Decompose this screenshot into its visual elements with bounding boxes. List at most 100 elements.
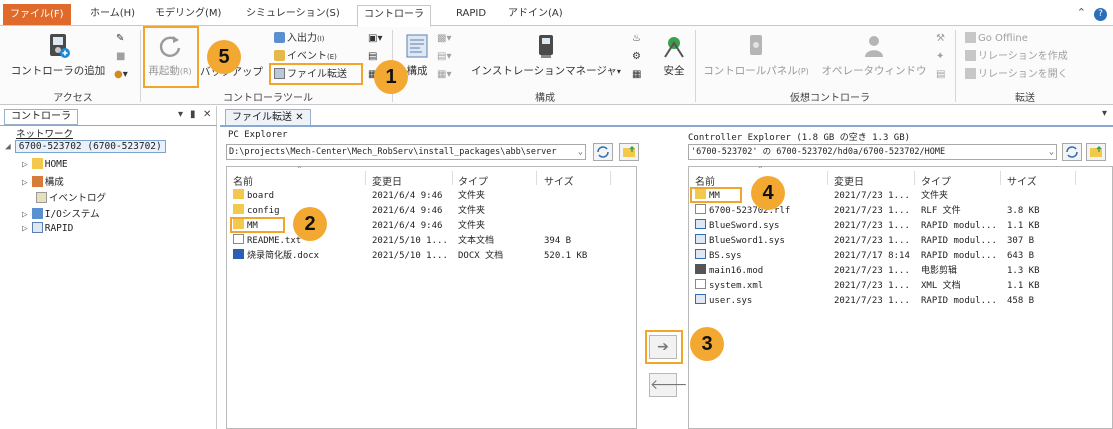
operator-window-button[interactable]: オペレータウィンドウ [816, 32, 932, 78]
chevron-up-icon[interactable]: ⌃ [1077, 6, 1086, 19]
ctrl-file-row[interactable]: BlueSword.sys 2021/7/23 1... RAPID modul..… [689, 219, 1112, 234]
tree-network[interactable]: ネットワーク [16, 126, 73, 140]
pc-col-name[interactable]: 名前 [233, 173, 253, 188]
ctrl-cell-name: BS.sys [695, 249, 827, 264]
pc-cell-date: 2021/6/4 9:46 [372, 191, 443, 201]
network-icon[interactable]: ♨ [632, 32, 641, 46]
doc-dropdown-icon[interactable]: ▾ [1102, 108, 1107, 119]
tab-modeling[interactable]: モデリング(M) [149, 5, 227, 26]
io-button[interactable]: 入出力(I) [274, 32, 325, 46]
ctrl-refresh-button[interactable] [1062, 143, 1082, 161]
safety-button[interactable]: 安全 [656, 32, 692, 78]
monitor-icon[interactable]: ▤ [368, 50, 377, 64]
pc-file-row[interactable]: MM 2021/6/4 9:46 文件夹 [227, 219, 636, 234]
pc-file-row[interactable]: config 2021/6/4 9:46 文件夹 [227, 204, 636, 219]
tab-file[interactable]: ファイル(F) [3, 4, 71, 25]
callout-5: 5 [207, 40, 241, 74]
go-offline-icon [965, 32, 976, 43]
io-icon [274, 32, 285, 43]
ctrl-file-row[interactable]: BlueSword1.sys 2021/7/23 1... RAPID modul.… [689, 234, 1112, 249]
pencil-icon[interactable]: ✎ [116, 32, 124, 46]
highlight-arrow [645, 330, 683, 364]
lock-icon: ■ [116, 51, 126, 62]
pc-cell-type: 文件夹 [458, 221, 486, 231]
pc-col-size[interactable]: サイズ [544, 173, 574, 188]
folder-up-icon [1090, 146, 1102, 157]
ctrl-file-row[interactable]: main16.mod 2021/7/23 1... 电影剪辑 1.3 KB [689, 264, 1112, 279]
callout-1: 1 [374, 60, 408, 94]
ctrl-col-size[interactable]: サイズ [1007, 173, 1037, 188]
pc-refresh-button[interactable] [593, 143, 613, 161]
controller-path-field[interactable]: '6700-523702' の 6700-523702/hd0a/6700-52… [688, 144, 1057, 160]
ctrl-col-date[interactable]: 変更日 [834, 173, 864, 188]
file-transfer-tab[interactable]: ファイル転送 ✕ [225, 109, 311, 125]
tab-simulation[interactable]: シミュレーション(S) [240, 5, 346, 26]
ctrl-file-row[interactable]: BS.sys 2021/7/17 8:14 RAPID modul... 643 B [689, 249, 1112, 264]
pin-icon[interactable]: ▮ [190, 109, 196, 120]
close-icon[interactable]: ✕ [203, 109, 211, 120]
ctrl-col-type[interactable]: タイプ [921, 173, 951, 188]
tab-addin[interactable]: アドイン(A) [502, 5, 569, 26]
pc-cell-type: 文件夹 [458, 206, 486, 216]
pc-file-row[interactable]: README.txt 2021/5/10 1... 文本文档 394 B [227, 234, 636, 249]
ctrl-col-name[interactable]: 名前 [695, 173, 715, 188]
pc-col-date[interactable]: 変更日 [372, 173, 402, 188]
transfer-to-pc-button[interactable]: 🡐 [649, 373, 688, 397]
sort-icon: ⌃ [296, 165, 303, 174]
chevron-down-icon[interactable]: ⌄ [1049, 145, 1054, 159]
controller-file-list: ⌃ 名前 変更日 タイプ サイズ MM 2021/7/23 1... 文件夹 6700… [688, 165, 1113, 429]
io-tree-icon [31, 208, 43, 219]
open-relation-icon [965, 68, 976, 79]
tree-controller[interactable]: ◢ 6700-523702 (6700-523702) [5, 140, 166, 153]
event-button[interactable]: イベント(E) [274, 50, 337, 64]
control-panel-button[interactable]: コントロールパネル(P) [698, 32, 814, 78]
expand-icon[interactable]: ◢ [5, 141, 11, 152]
pc-cell-size: 394 B [544, 236, 572, 246]
create-relation-button[interactable]: リレーションを作成 [965, 50, 1068, 64]
ctrl-cell-date: 2021/7/23 1... [834, 191, 910, 201]
list-icon: ▤▾ [437, 51, 452, 62]
installation-manager-label: インストレーションマネージャ [471, 65, 617, 77]
pc-up-button[interactable] [619, 143, 639, 161]
tree-eventlog[interactable]: イベントログ [36, 190, 106, 204]
add-controller-button[interactable]: コントローラの追加 [6, 32, 110, 78]
group-access-label: アクセス [53, 93, 93, 104]
settings-icon[interactable]: ⚙ [632, 50, 641, 64]
rapid-module-icon [695, 294, 706, 304]
ctrl-file-row[interactable]: 6700-523702.rlf 2021/7/23 1... RLF 文件 3.8 K… [689, 204, 1112, 219]
pc-file-row[interactable]: 烧录简化版.docx 2021/5/10 1... DOCX 文档 520.1 KB [227, 249, 636, 264]
pc-file-row[interactable]: board 2021/6/4 9:46 文件夹 [227, 189, 636, 204]
chevron-down-icon[interactable]: ⌄ [578, 145, 583, 159]
tree-rapid[interactable]: ▷ RAPID [22, 222, 73, 234]
tab-controller[interactable]: コントローラ [357, 5, 431, 27]
ctrl-cell-type: 文件夹 [921, 191, 949, 201]
pc-col-type[interactable]: タイプ [458, 173, 488, 188]
pc-path-field[interactable]: D:\projects\Mech-Center\Mech_RobServ\ins… [226, 144, 586, 160]
tree-io[interactable]: ▷ I/Oシステム [22, 206, 100, 220]
window-menu-icon[interactable]: ▣▾ [368, 32, 382, 46]
ctrl-file-row[interactable]: system.xml 2021/7/23 1... XML 文档 1.1 KB [689, 279, 1112, 294]
help-icon[interactable]: ? [1094, 8, 1107, 21]
operator-icon [865, 36, 883, 57]
callout-4: 4 [751, 176, 785, 210]
ctrl-cell-date: 2021/7/17 8:14 [834, 251, 910, 261]
installation-manager-button[interactable]: インストレーションマネージャ▾ [462, 32, 630, 78]
open-relation-button[interactable]: リレーションを開く [965, 68, 1068, 82]
panel-dropdown-icon[interactable]: ▾ [178, 109, 183, 120]
folder-icon [31, 158, 43, 169]
ctrl-file-row[interactable]: user.sys 2021/7/23 1... RAPID modul... 458 … [689, 294, 1112, 309]
doc-icon: ▩▾ [437, 33, 452, 44]
ctrl-up-button[interactable] [1086, 143, 1106, 161]
users-icon[interactable]: ●▾ [114, 68, 128, 82]
tab-home[interactable]: ホーム(H) [84, 5, 141, 26]
controller-panel-tab[interactable]: コントローラ [4, 109, 78, 125]
tree-home[interactable]: ▷ HOME [22, 158, 68, 170]
controller-icon [50, 34, 70, 58]
tab-rapid[interactable]: RAPID [450, 5, 492, 26]
tab-close-icon[interactable]: ✕ [295, 112, 303, 123]
tools-icon: ⚒ [936, 33, 945, 44]
tree-config[interactable]: ▷ 構成 [22, 174, 64, 188]
refresh-icon [1066, 146, 1078, 158]
grid-small-icon[interactable]: ▦ [632, 68, 641, 82]
go-offline-button[interactable]: Go Offline [965, 32, 1028, 46]
